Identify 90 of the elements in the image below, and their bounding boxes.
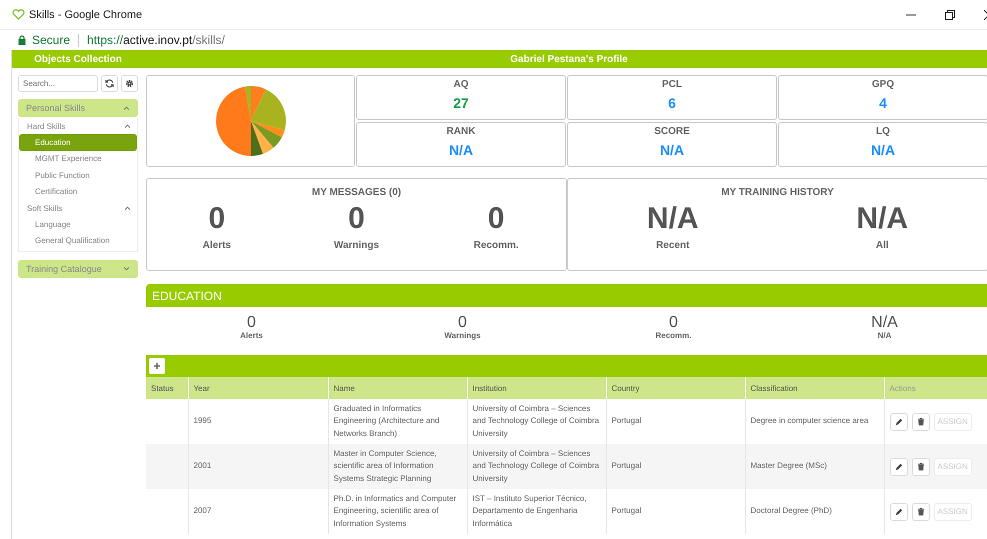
- stat-value: N/A: [856, 202, 908, 236]
- delete-button[interactable]: [912, 412, 930, 430]
- metric-label: GPQ: [872, 79, 894, 90]
- trash-icon: [916, 462, 924, 471]
- section-button[interactable]: Training Catalogue: [18, 260, 138, 278]
- refresh-icon: [105, 79, 114, 88]
- column-header: Classification: [745, 377, 884, 399]
- table-cell: Ph.D. in Informatics and Computer Engineering, scientific area of Information Systems: [328, 489, 467, 534]
- summary-label: Warnings: [444, 331, 481, 340]
- metric-label: SCORE: [654, 126, 690, 137]
- stat-label: All: [876, 240, 889, 251]
- table-cell: 2007: [188, 489, 328, 534]
- table-cell: Portugal: [606, 489, 745, 534]
- stat-value: 0: [488, 202, 504, 236]
- section-header: EDUCATION: [146, 284, 987, 307]
- summary-value: 0: [458, 314, 467, 331]
- card-title: MY MESSAGES (0): [312, 187, 402, 198]
- edit-button[interactable]: [890, 412, 908, 430]
- tree-item[interactable]: Certification: [19, 184, 137, 200]
- stat-label: Recomm.: [474, 240, 519, 251]
- metric-value: 6: [668, 95, 676, 111]
- stat-value: N/A: [646, 202, 699, 236]
- window-title: Skills - Google Chrome: [29, 8, 142, 20]
- metric-label: RANK: [446, 126, 476, 137]
- sidebar-header: Objects Collection: [12, 50, 144, 68]
- table-cell: IST – Instituto Superior Técnico, Departamento de Engenharia Informática: [467, 489, 606, 534]
- pencil-icon: [894, 463, 902, 471]
- summary-value: 0: [669, 314, 678, 331]
- summary-value: 0: [247, 314, 256, 331]
- trash-icon: [916, 507, 924, 516]
- edit-button[interactable]: [890, 458, 908, 476]
- column-header: Status: [146, 377, 188, 399]
- card-title: MY TRAINING HISTORY: [721, 187, 834, 198]
- chevron-icon: [123, 267, 130, 271]
- stat-label: Recent: [656, 240, 690, 251]
- metric-value: N/A: [870, 142, 896, 158]
- column-header: Institution: [467, 377, 606, 399]
- add-button[interactable]: +: [149, 358, 165, 374]
- summary-label: Recomm.: [655, 331, 692, 340]
- metric-label: PCL: [662, 79, 682, 90]
- table-cell: University of Coimbra – Sciences and Technology College of Coimbra University: [467, 444, 606, 489]
- profile-header: Gabriel Pestana's Profile: [144, 50, 987, 68]
- metric-label: LQ: [876, 126, 890, 137]
- metric-value: N/A: [660, 142, 684, 158]
- settings-button[interactable]: [121, 75, 138, 92]
- tree-item[interactable]: Education: [19, 134, 137, 150]
- stat-label: Alerts: [202, 240, 231, 251]
- stat-value: 0: [348, 202, 365, 236]
- trash-icon: [916, 417, 924, 426]
- stat-label: Warnings: [334, 240, 380, 251]
- column-header: Country: [606, 377, 745, 399]
- chevron-icon: [124, 124, 131, 128]
- table-cell: 2001: [188, 444, 328, 489]
- metric-label: AQ: [454, 79, 468, 90]
- refresh-button[interactable]: [101, 75, 118, 92]
- table-cell: Portugal: [606, 444, 745, 489]
- settings-icon: [125, 79, 134, 88]
- url-text[interactable]: https://active.inov.pt/skills/: [87, 33, 225, 47]
- search-field[interactable]: Search...: [18, 75, 98, 92]
- table-cell: Doctoral Degree (PhD): [745, 489, 884, 534]
- tree-item[interactable]: MGMT Experience: [19, 150, 137, 167]
- tree-group[interactable]: Hard Skills: [19, 118, 137, 134]
- edit-button[interactable]: [890, 502, 908, 520]
- lock-icon: [18, 35, 26, 45]
- table-cell: Master in Computer Science, scientific area of Information Systems Strategic Planning: [328, 444, 467, 489]
- tree-item[interactable]: General Qualification: [19, 232, 137, 249]
- summary-label: Alerts: [240, 331, 263, 340]
- metric-value: 4: [879, 95, 887, 111]
- metric-value: 27: [453, 95, 469, 111]
- chevron-icon: [123, 106, 130, 110]
- column-header: Year: [188, 377, 328, 399]
- tree-group[interactable]: Soft Skills: [19, 200, 137, 216]
- tree-item[interactable]: Public Function: [19, 167, 137, 184]
- summary-value: N/A: [871, 314, 898, 331]
- chevron-icon: [124, 206, 131, 210]
- restore-icon[interactable]: [945, 10, 955, 20]
- column-header: Name: [328, 377, 467, 399]
- delete-button[interactable]: [912, 458, 930, 476]
- secure-label: Secure: [32, 33, 70, 47]
- tree-item[interactable]: Language: [19, 216, 137, 232]
- stat-value: 0: [208, 202, 226, 236]
- pencil-icon: [894, 418, 902, 426]
- delete-button[interactable]: [912, 502, 930, 520]
- metric-value: N/A: [448, 142, 474, 158]
- column-header: Actions: [884, 377, 987, 399]
- heart-logo-icon: [12, 9, 25, 20]
- table-cell: Master Degree (MSc): [745, 444, 884, 489]
- section-button[interactable]: Personal Skills: [18, 99, 138, 117]
- summary-label: N/A: [878, 331, 892, 340]
- pencil-icon: [894, 508, 902, 516]
